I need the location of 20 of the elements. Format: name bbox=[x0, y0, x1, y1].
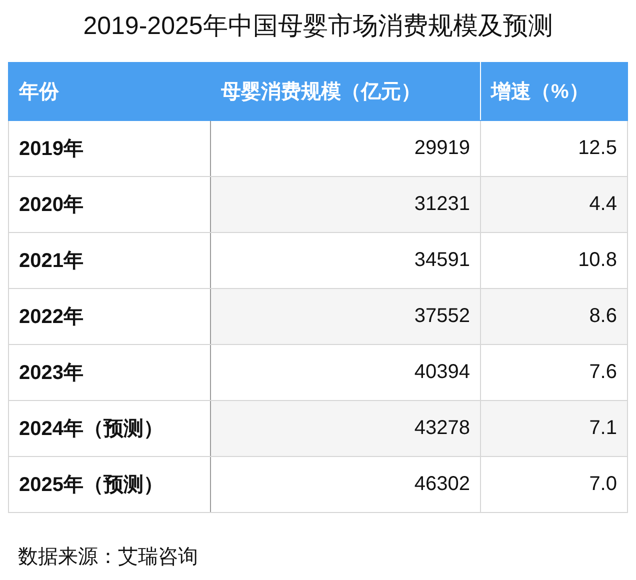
table-cell: 2024年（预测） bbox=[8, 400, 210, 456]
table-cell: 2023年 bbox=[8, 344, 210, 400]
table-cell: 2020年 bbox=[8, 176, 210, 232]
table-cell: 37552 bbox=[210, 288, 480, 344]
column-header: 增速（%） bbox=[480, 62, 628, 120]
table-cell: 2019年 bbox=[8, 120, 210, 176]
table-cell: 43278 bbox=[210, 400, 480, 456]
source-note: 数据来源：艾瑞咨询 bbox=[18, 545, 199, 570]
table-cell: 2022年 bbox=[8, 288, 210, 344]
table-title: 2019-2025年中国母婴市场消费规模及预测 bbox=[82, 11, 554, 42]
table-cell: 8.6 bbox=[480, 288, 628, 344]
column-header: 母婴消费规模（亿元） bbox=[210, 62, 480, 120]
table-cell: 7.0 bbox=[480, 456, 628, 512]
table-cell: 46302 bbox=[210, 456, 480, 512]
table-cell: 7.1 bbox=[480, 400, 628, 456]
column-header: 年份 bbox=[8, 62, 210, 120]
table-cell: 2021年 bbox=[8, 232, 210, 288]
table-cell: 4.4 bbox=[480, 176, 628, 232]
table-cell: 31231 bbox=[210, 176, 480, 232]
table-cell: 2025年（预测） bbox=[8, 456, 210, 512]
